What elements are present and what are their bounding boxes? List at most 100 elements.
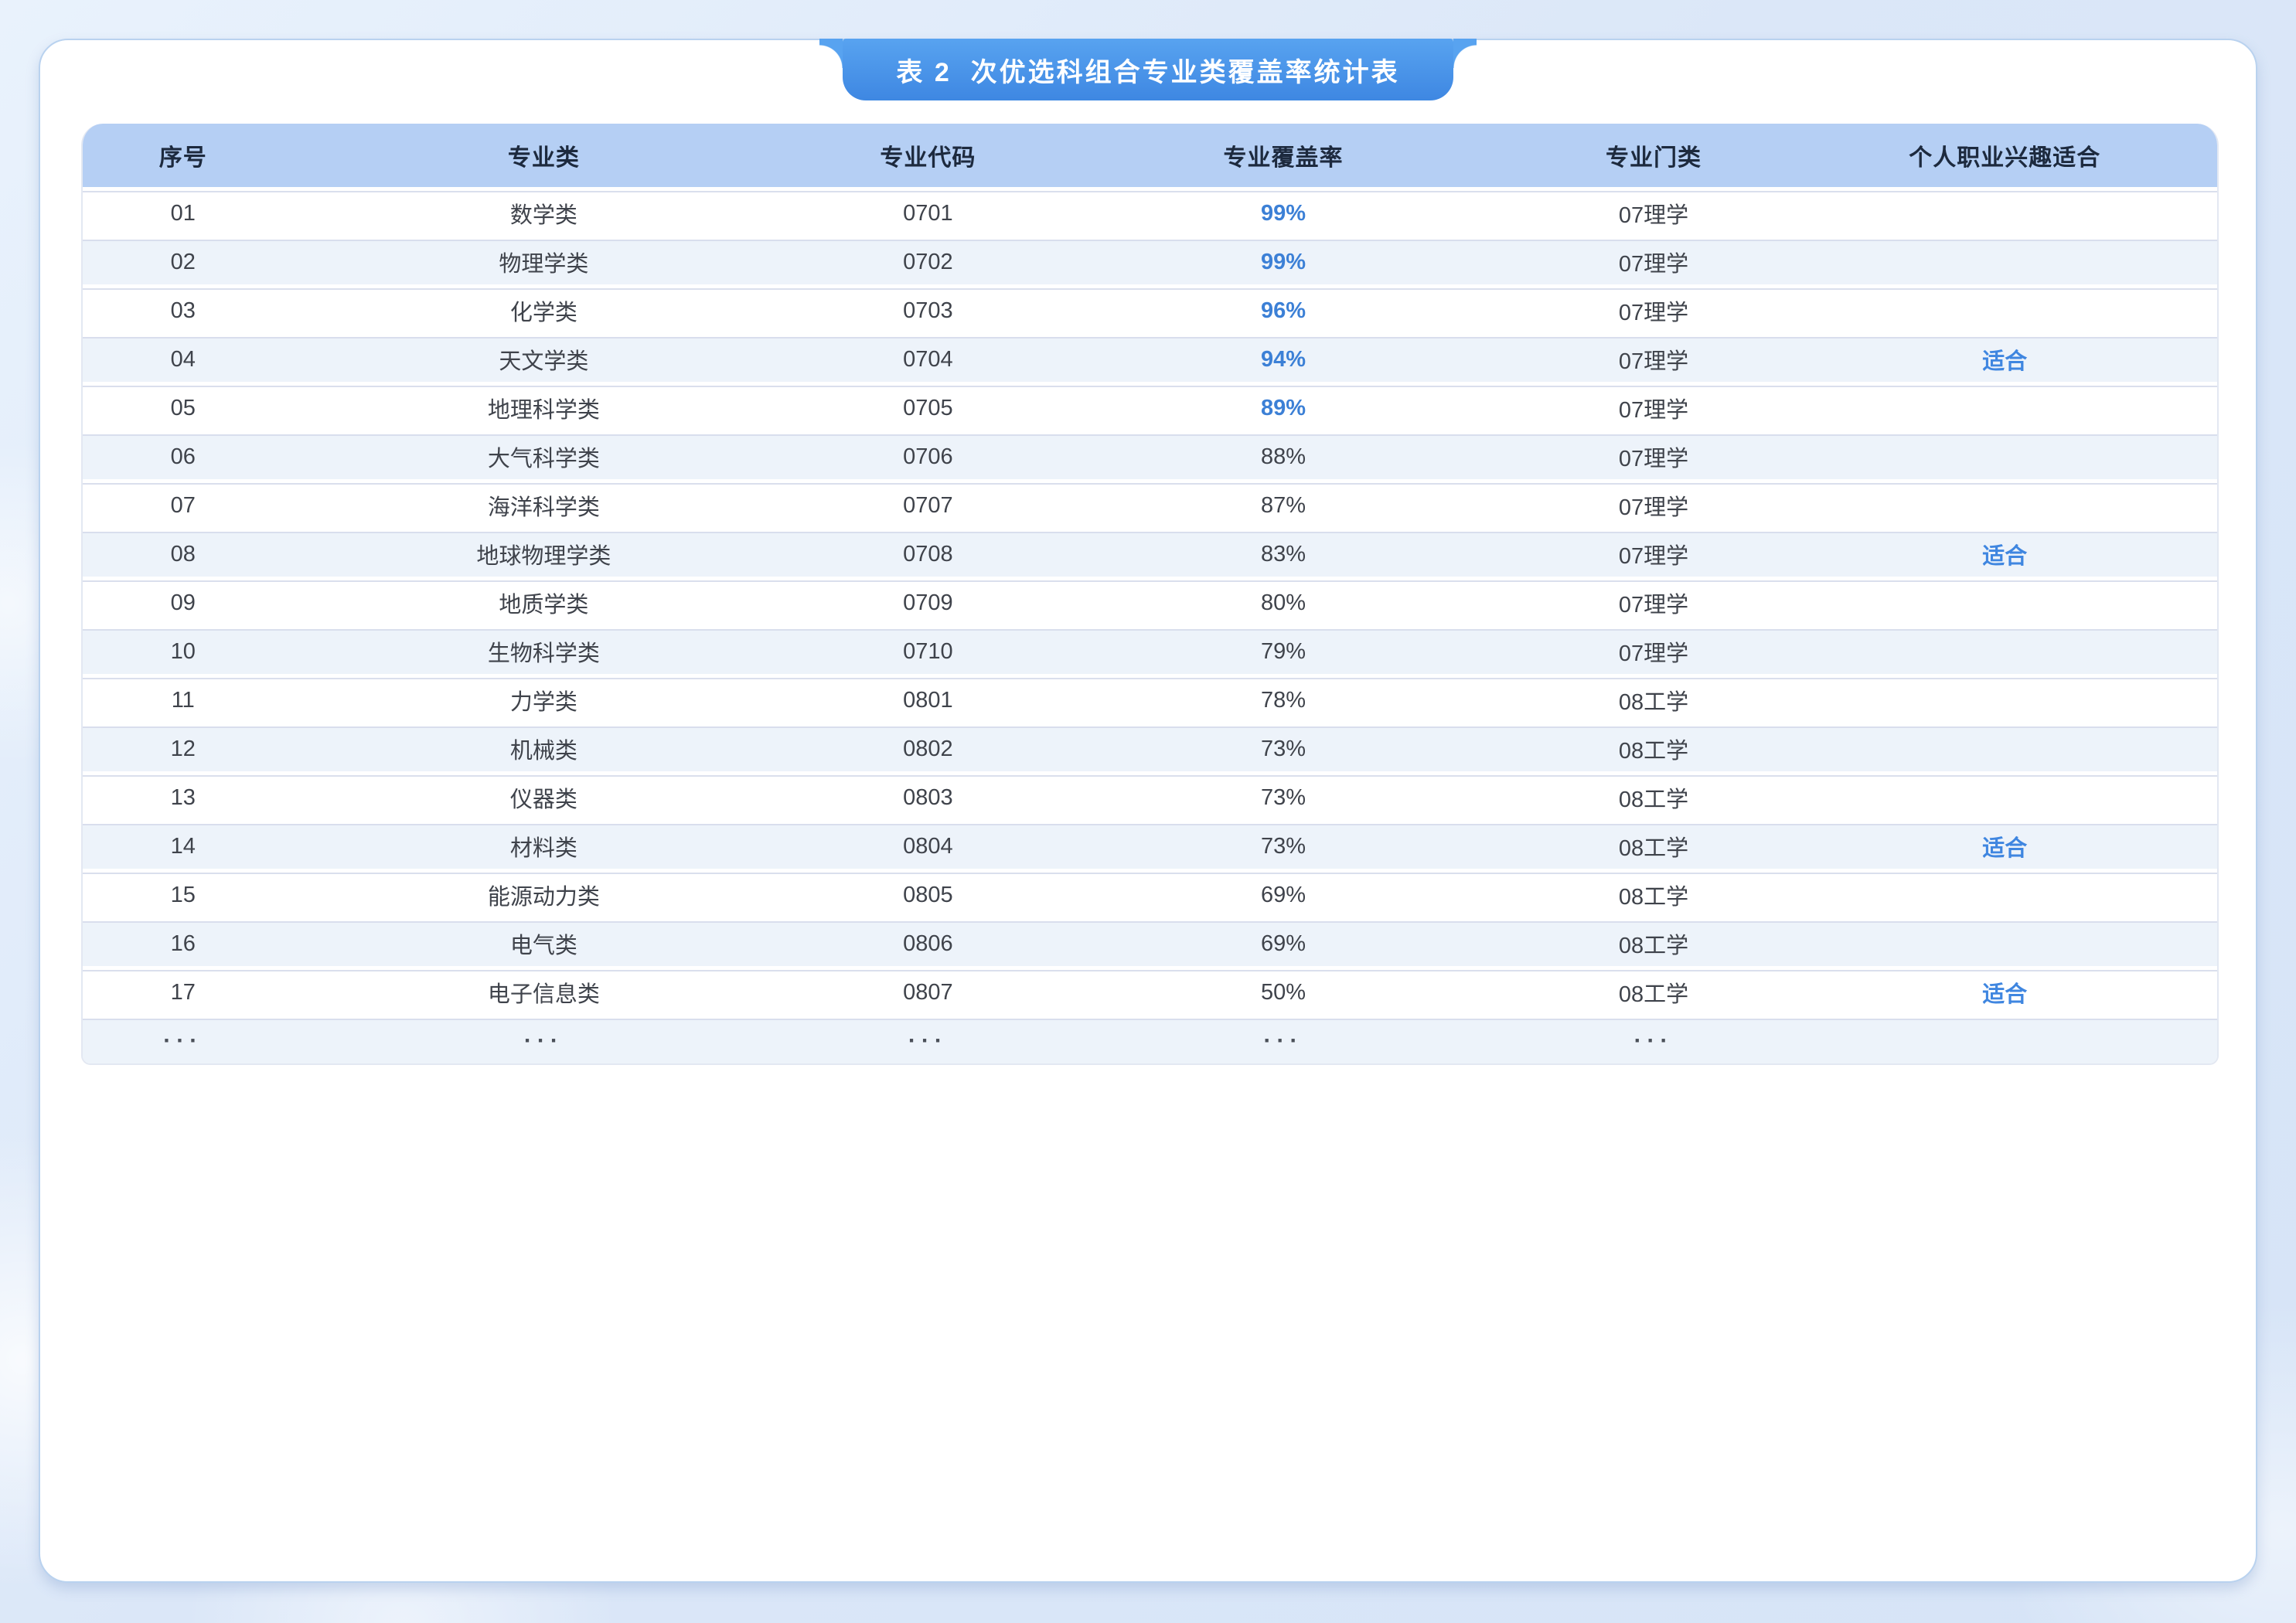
cell-major: 生物科学类	[284, 625, 805, 674]
cell-no: 01	[83, 187, 284, 236]
cell-category: 07理学	[1515, 333, 1793, 382]
cell-code: 0805	[804, 869, 1051, 917]
cell-major: 地理科学类	[284, 382, 805, 430]
cell-rate: 88%	[1051, 430, 1514, 479]
column-header-4: 专业门类	[1515, 124, 1793, 187]
cell-code: 0706	[804, 430, 1051, 479]
cell-major: 能源动力类	[284, 869, 805, 917]
cell-no: 16	[83, 917, 284, 966]
cell-fit: 适合	[1793, 528, 2217, 577]
table-row: 11力学类080178%08工学	[83, 674, 2217, 723]
cell-rate: 50%	[1051, 966, 1514, 1015]
cell-fit	[1793, 723, 2217, 771]
table-row: 10生物科学类071079%07理学	[83, 625, 2217, 674]
cell-major: 海洋科学类	[284, 479, 805, 528]
cell-ellipsis: ···	[804, 1015, 1051, 1063]
cell-rate: 78%	[1051, 674, 1514, 723]
cell-no: 13	[83, 771, 284, 820]
cell-major: 地质学类	[284, 577, 805, 625]
cell-code: 0801	[804, 674, 1051, 723]
cell-ellipsis: ···	[83, 1015, 284, 1063]
column-header-5: 个人职业兴趣适合	[1793, 124, 2217, 187]
cell-fit: 适合	[1793, 333, 2217, 382]
table-row: 01数学类070199%07理学	[83, 187, 2217, 236]
cell-fit	[1793, 625, 2217, 674]
cell-major: 电气类	[284, 917, 805, 966]
cell-code: 0807	[804, 966, 1051, 1015]
cell-fit	[1793, 430, 2217, 479]
table-row: 12机械类080273%08工学	[83, 723, 2217, 771]
cell-no: 02	[83, 236, 284, 284]
table-row: 09地质学类070980%07理学	[83, 577, 2217, 625]
cell-code: 0704	[804, 333, 1051, 382]
cell-category: 07理学	[1515, 284, 1793, 333]
cell-rate: 73%	[1051, 820, 1514, 869]
cell-rate: 79%	[1051, 625, 1514, 674]
cell-no: 08	[83, 528, 284, 577]
table-row: 08地球物理学类070883%07理学适合	[83, 528, 2217, 577]
cell-no: 09	[83, 577, 284, 625]
cell-category: 08工学	[1515, 917, 1793, 966]
cell-rate: 83%	[1051, 528, 1514, 577]
cell-category: 08工学	[1515, 771, 1793, 820]
cell-code: 0703	[804, 284, 1051, 333]
cell-fit	[1793, 187, 2217, 236]
column-header-3: 专业覆盖率	[1051, 124, 1514, 187]
cell-rate: 69%	[1051, 917, 1514, 966]
cell-major: 数学类	[284, 187, 805, 236]
cell-fit	[1793, 236, 2217, 284]
cell-major: 力学类	[284, 674, 805, 723]
cell-major: 机械类	[284, 723, 805, 771]
cell-code: 0803	[804, 771, 1051, 820]
cell-category: 07理学	[1515, 236, 1793, 284]
cell-rate: 94%	[1051, 333, 1514, 382]
cell-category: 07理学	[1515, 430, 1793, 479]
cell-no: 10	[83, 625, 284, 674]
cell-major: 天文学类	[284, 333, 805, 382]
cell-no: 15	[83, 869, 284, 917]
cell-category: 08工学	[1515, 869, 1793, 917]
table-title-banner: 表 2 次优选科组合专业类覆盖率统计表	[843, 39, 1453, 100]
table-title: 表 2 次优选科组合专业类覆盖率统计表	[896, 51, 1399, 89]
cell-code: 0710	[804, 625, 1051, 674]
cell-code: 0701	[804, 187, 1051, 236]
cell-category: 07理学	[1515, 382, 1793, 430]
cell-fit	[1793, 674, 2217, 723]
cell-rate: 99%	[1051, 236, 1514, 284]
column-header-2: 专业代码	[804, 124, 1051, 187]
cell-fit	[1793, 479, 2217, 528]
cell-category: 07理学	[1515, 187, 1793, 236]
cell-rate: 99%	[1051, 187, 1514, 236]
coverage-table: 序号专业类专业代码专业覆盖率专业门类个人职业兴趣适合 01数学类070199%0…	[83, 124, 2217, 1063]
cell-no: 05	[83, 382, 284, 430]
cell-no: 17	[83, 966, 284, 1015]
cell-fit	[1793, 577, 2217, 625]
table-row: 02物理学类070299%07理学	[83, 236, 2217, 284]
cell-category: 08工学	[1515, 723, 1793, 771]
cell-fit	[1793, 284, 2217, 333]
cell-category: 07理学	[1515, 625, 1793, 674]
cell-category: 08工学	[1515, 674, 1793, 723]
cell-major: 电子信息类	[284, 966, 805, 1015]
cell-ellipsis: ···	[1515, 1015, 1793, 1063]
cell-category: 07理学	[1515, 528, 1793, 577]
cell-no: 06	[83, 430, 284, 479]
cell-fit	[1793, 869, 2217, 917]
cell-category: 07理学	[1515, 577, 1793, 625]
table-row: 13仪器类080373%08工学	[83, 771, 2217, 820]
cell-ellipsis	[1793, 1015, 2217, 1063]
content-card: 表 2 次优选科组合专业类覆盖率统计表 序号专业类专业代码专业覆盖率专业门类个人…	[39, 39, 2257, 1583]
cell-code: 0708	[804, 528, 1051, 577]
table-row: 03化学类070396%07理学	[83, 284, 2217, 333]
cell-no: 12	[83, 723, 284, 771]
cell-no: 14	[83, 820, 284, 869]
column-header-1: 专业类	[284, 124, 805, 187]
cell-ellipsis: ···	[284, 1015, 805, 1063]
cell-rate: 87%	[1051, 479, 1514, 528]
table-row: 04天文学类070494%07理学适合	[83, 333, 2217, 382]
cell-fit	[1793, 917, 2217, 966]
cell-no: 07	[83, 479, 284, 528]
cell-fit	[1793, 771, 2217, 820]
cell-fit	[1793, 382, 2217, 430]
table-header-row: 序号专业类专业代码专业覆盖率专业门类个人职业兴趣适合	[83, 124, 2217, 187]
